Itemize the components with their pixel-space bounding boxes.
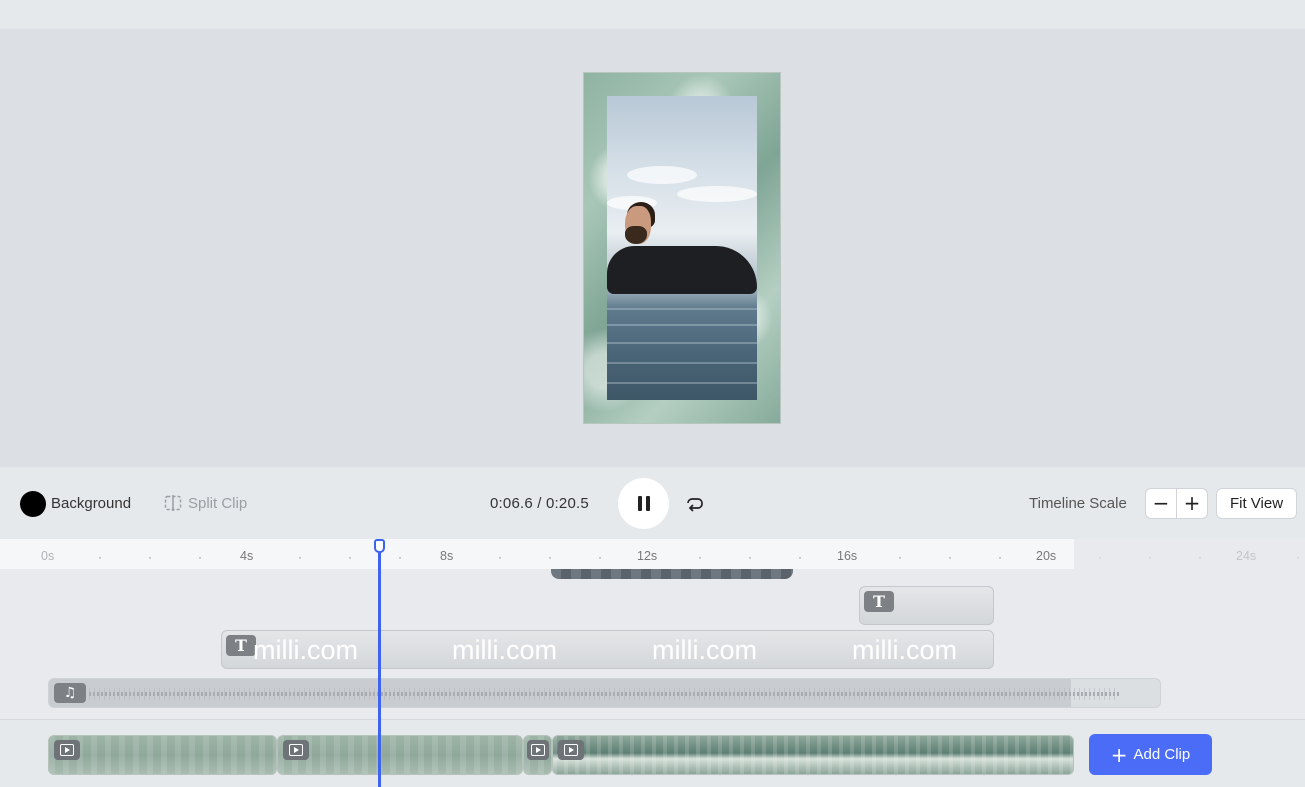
video-track: + Add Clip: [0, 719, 1305, 787]
timeline-ruler[interactable]: [0, 539, 1074, 569]
fit-view-button[interactable]: Fit View: [1216, 488, 1297, 519]
playhead[interactable]: [378, 539, 381, 787]
video-icon: [527, 740, 549, 760]
video-clip[interactable]: [523, 735, 552, 775]
ruler-label: 12s: [637, 549, 658, 563]
loop-icon[interactable]: [683, 494, 705, 516]
ruler-label: 24s: [1236, 549, 1257, 563]
video-preview[interactable]: [583, 72, 781, 424]
text-icon: T: [864, 591, 894, 612]
playhead-handle[interactable]: [374, 539, 385, 553]
timeline[interactable]: 0s 4s 8s 12s 16s 20s 24s · · · · · · · ·…: [0, 539, 1305, 787]
add-clip-label: Add Clip: [1133, 746, 1191, 763]
video-icon: [54, 740, 80, 760]
preview-image: [607, 96, 757, 400]
text-clip[interactable]: T: [859, 586, 994, 625]
split-clip-label: Split Clip: [188, 494, 248, 512]
watermark-text: milli.com: [253, 635, 358, 665]
watermark-text-clip[interactable]: T milli.com milli.com milli.com milli.co…: [221, 630, 994, 669]
text-icon: T: [226, 635, 256, 656]
split-icon: [164, 495, 182, 511]
split-clip-button[interactable]: Split Clip: [164, 494, 247, 512]
timeline-scale-label: Timeline Scale: [1029, 495, 1127, 512]
ruler-label: 20s: [1036, 549, 1057, 563]
background-color-swatch[interactable]: [20, 491, 46, 517]
ruler-label: 16s: [837, 549, 858, 563]
pause-button[interactable]: [618, 478, 669, 529]
pause-icon: [637, 496, 642, 511]
watermark-text: milli.com: [852, 635, 957, 665]
audio-clip[interactable]: ♫: [48, 678, 1161, 708]
ruler-label: 8s: [440, 549, 454, 563]
zoom-in-button[interactable]: +: [1177, 489, 1207, 518]
time-display: 0:06.6 / 0:20.5: [490, 495, 589, 512]
zoom-out-button[interactable]: −: [1146, 489, 1176, 518]
timeline-scale-control: − +: [1145, 488, 1208, 519]
editor-toolbar: Background Split Clip 0:06.6 / 0:20.5 Ti…: [0, 467, 1305, 539]
ruler-label: 0s: [41, 549, 55, 563]
video-clip[interactable]: [277, 735, 523, 775]
music-icon: ♫: [54, 683, 86, 703]
add-clip-button[interactable]: + Add Clip: [1089, 734, 1212, 775]
watermark-text: milli.com: [652, 635, 757, 665]
plus-icon: +: [1110, 742, 1128, 767]
top-bar: [0, 0, 1305, 29]
video-clip[interactable]: [552, 735, 1074, 775]
video-icon: [558, 740, 584, 760]
video-icon: [283, 740, 309, 760]
ruler-label: 4s: [240, 549, 254, 563]
video-clip[interactable]: [48, 735, 277, 775]
background-label[interactable]: Background: [51, 495, 131, 512]
watermark-text: milli.com: [452, 635, 557, 665]
overlay-clip[interactable]: [551, 569, 793, 579]
